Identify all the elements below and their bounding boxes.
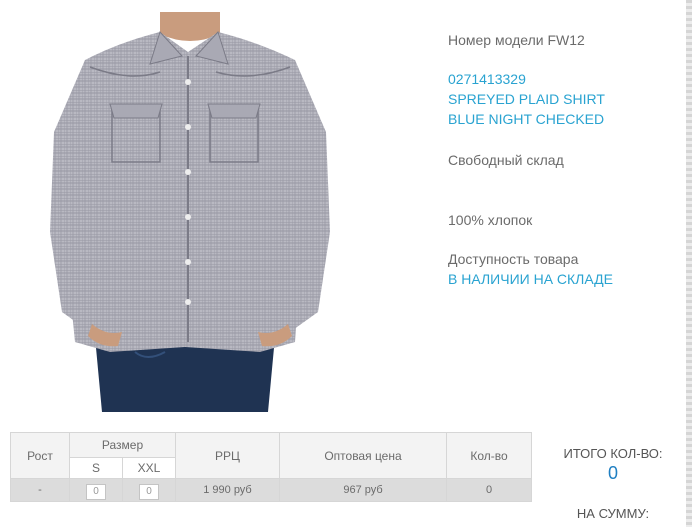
stock-type: Свободный склад (448, 152, 564, 168)
qty-input-s[interactable]: 0 (86, 483, 106, 500)
col-wholesale-header: Оптовая цена (279, 432, 447, 479)
cell-rrp: 1 990 руб (175, 478, 280, 502)
order-table: Рост Размер РРЦ Оптовая цена Кол-во S XX… (10, 432, 532, 502)
availability-value: В НАЛИЧИИ НА СКЛАДЕ (448, 271, 613, 287)
page-border (686, 0, 692, 527)
cell-qty-s: 0 (69, 478, 123, 502)
cell-height: - (10, 478, 70, 502)
col-size-header: Размер (69, 432, 176, 458)
product-name-line1[interactable]: SPREYED PLAID SHIRT (448, 91, 605, 107)
size-xxl-header: XXL (122, 457, 176, 479)
col-height-header: Рост (10, 432, 70, 479)
order-totals: ИТОГО КОЛ-ВО: 0 НА СУММУ: (548, 446, 678, 521)
col-rrp-header: РРЦ (175, 432, 280, 479)
material: 100% хлопок (448, 212, 533, 228)
total-qty-label: ИТОГО КОЛ-ВО: (563, 446, 663, 461)
total-sum-label: НА СУММУ: (576, 506, 650, 521)
product-name-line2[interactable]: BLUE NIGHT CHECKED (448, 111, 604, 127)
qty-input-xxl[interactable]: 0 (139, 483, 159, 500)
product-photo (10, 12, 346, 412)
size-s-header: S (69, 457, 123, 479)
cell-qty-xxl: 0 (122, 478, 176, 502)
availability-label: Доступность товара (448, 251, 579, 267)
table-row: - 0 0 1 990 руб 967 руб 0 (10, 478, 532, 502)
shirt-illustration (50, 12, 330, 412)
col-qty-header: Кол-во (446, 432, 532, 479)
product-sku[interactable]: 0271413329 (448, 71, 526, 87)
total-qty-value: 0 (607, 463, 618, 483)
cell-wholesale: 967 руб (279, 478, 447, 502)
model-number: Номер модели FW12 (448, 32, 585, 48)
cell-qty: 0 (446, 478, 532, 502)
